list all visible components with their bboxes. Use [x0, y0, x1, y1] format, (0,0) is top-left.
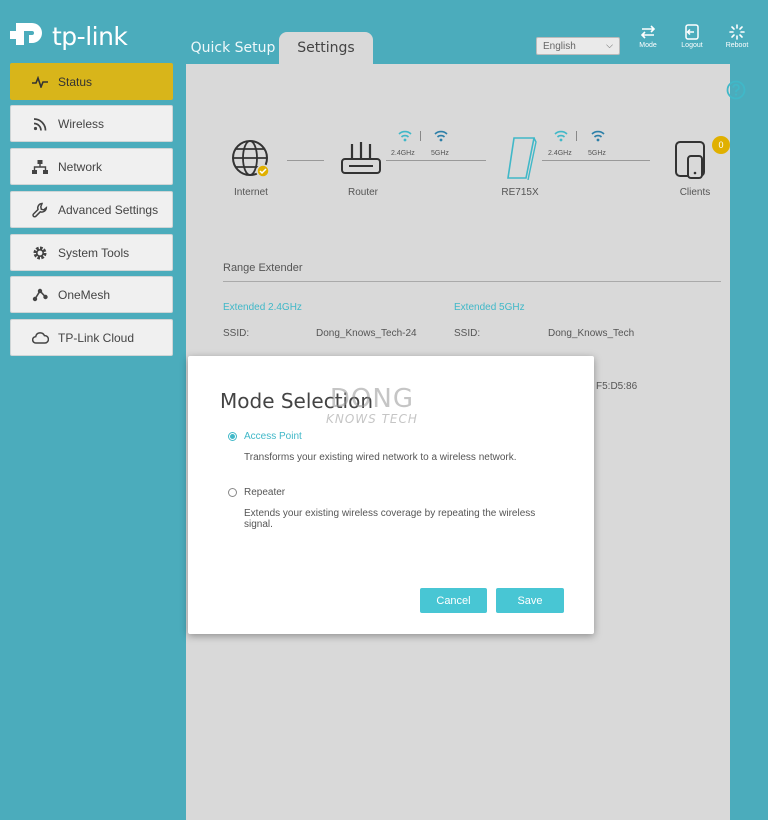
radio-button[interactable] — [228, 488, 237, 497]
divider — [223, 281, 721, 282]
router-node[interactable] — [340, 142, 382, 183]
sidebar-item-label: Status — [58, 74, 93, 89]
watermark: DONG KNOWS TECH — [326, 386, 418, 426]
option-repeater[interactable]: Repeater — [228, 487, 285, 498]
band-24-label: 2.4GHz — [548, 150, 572, 157]
sidebar-item-network[interactable]: Network — [10, 148, 173, 185]
sidebar-item-onemesh[interactable]: OneMesh — [10, 276, 173, 313]
link-line — [386, 160, 486, 161]
radio-button-selected[interactable] — [228, 432, 237, 441]
language-select[interactable]: English ⌵ — [536, 37, 620, 55]
option-description: Extends your existing wireless coverage … — [244, 508, 536, 530]
wifi-5-icon — [591, 130, 605, 142]
wifi-icon — [31, 116, 49, 132]
watermark-line2: KNOWS TECH — [326, 412, 418, 426]
sidebar-item-wireless[interactable]: Wireless — [10, 105, 173, 142]
extender-icon — [507, 137, 537, 181]
extender-node[interactable] — [504, 136, 538, 185]
sidebar-item-label: Wireless — [58, 116, 105, 131]
link-line — [542, 160, 650, 161]
tp-link-logo: tp-link — [10, 17, 128, 55]
clients-label: Clients — [679, 187, 711, 198]
band-24-label: 2.4GHz — [391, 150, 415, 157]
band-divider — [420, 131, 421, 141]
mode-selection-dialog: Mode Selection DONG KNOWS TECH Access Po… — [188, 356, 594, 634]
save-button[interactable]: Save — [496, 588, 564, 613]
language-value: English — [543, 40, 576, 52]
option-description: Transforms your existing wired network t… — [244, 452, 517, 463]
wifi-24-icon — [398, 130, 412, 142]
wifi-5-icon — [434, 130, 448, 142]
onemesh-icon — [31, 287, 49, 303]
cloud-icon — [31, 330, 49, 346]
sidebar-item-system-tools[interactable]: System Tools — [10, 234, 173, 271]
logout-label: Logout — [681, 42, 703, 49]
chevron-down-icon: ⌵ — [606, 40, 613, 50]
logout-icon — [685, 24, 699, 40]
router-label: Router — [347, 187, 378, 198]
option-label: Access Point — [244, 431, 302, 442]
watermark-line1: DONG — [329, 384, 414, 414]
gear-icon — [31, 245, 49, 261]
sidebar-item-label: OneMesh — [58, 287, 111, 302]
link-line — [287, 160, 324, 161]
internet-label: Internet — [234, 187, 268, 198]
extender-label: RE715X — [501, 187, 539, 198]
option-label: Repeater — [244, 487, 286, 498]
logout-button[interactable]: Logout — [675, 24, 709, 49]
mode-label: Mode — [639, 42, 657, 49]
sidebar-item-label: System Tools — [58, 245, 130, 260]
router-icon — [341, 142, 381, 174]
wifi-24-icon — [554, 130, 568, 142]
internet-node[interactable] — [230, 138, 272, 185]
network-icon — [31, 159, 49, 175]
sidebar-item-status[interactable]: Status — [10, 63, 173, 100]
mac-address-value: F5:D5:86 — [596, 381, 638, 392]
reboot-button[interactable]: Reboot — [720, 24, 754, 49]
pulse-icon — [31, 74, 49, 90]
mode-icon — [640, 25, 656, 39]
sidebar-item-label: Advanced Settings — [58, 202, 159, 217]
sidebar-item-advanced-settings[interactable]: Advanced Settings — [10, 191, 173, 228]
section-title: Range Extender — [223, 262, 303, 274]
globe-icon — [232, 140, 270, 178]
reboot-label: Reboot — [725, 42, 749, 49]
extended-24-title: Extended 2.4GHz — [223, 302, 302, 313]
help-icon[interactable] — [726, 80, 746, 105]
ssid-5-label: SSID: — [454, 328, 481, 339]
cancel-button[interactable]: Cancel — [420, 588, 487, 613]
tab-settings[interactable]: Settings — [279, 32, 373, 64]
band-divider — [576, 131, 577, 141]
sidebar-item-label: TP-Link Cloud — [58, 330, 135, 345]
sidebar-item-tp-link-cloud[interactable]: TP-Link Cloud — [10, 319, 173, 356]
logo-text: tp-link — [52, 21, 128, 51]
wrench-icon — [31, 202, 49, 218]
tab-quick-setup[interactable]: Quick Setup — [188, 32, 278, 64]
tp-link-logo-icon — [10, 23, 42, 45]
band-5-label: 5GHz — [588, 150, 606, 157]
sidebar-item-label: Network — [58, 159, 103, 174]
option-access-point[interactable]: Access Point — [228, 431, 302, 442]
band-5-label: 5GHz — [431, 150, 449, 157]
ssid-24-label: SSID: — [223, 328, 250, 339]
mode-button[interactable]: Mode — [631, 24, 665, 49]
clients-count-badge: 0 — [712, 136, 730, 154]
reboot-icon — [729, 24, 745, 40]
ssid-5-value: Dong_Knows_Tech — [548, 328, 635, 339]
ssid-24-value: Dong_Knows_Tech-24 — [316, 328, 417, 339]
extended-5-title: Extended 5GHz — [454, 302, 525, 313]
